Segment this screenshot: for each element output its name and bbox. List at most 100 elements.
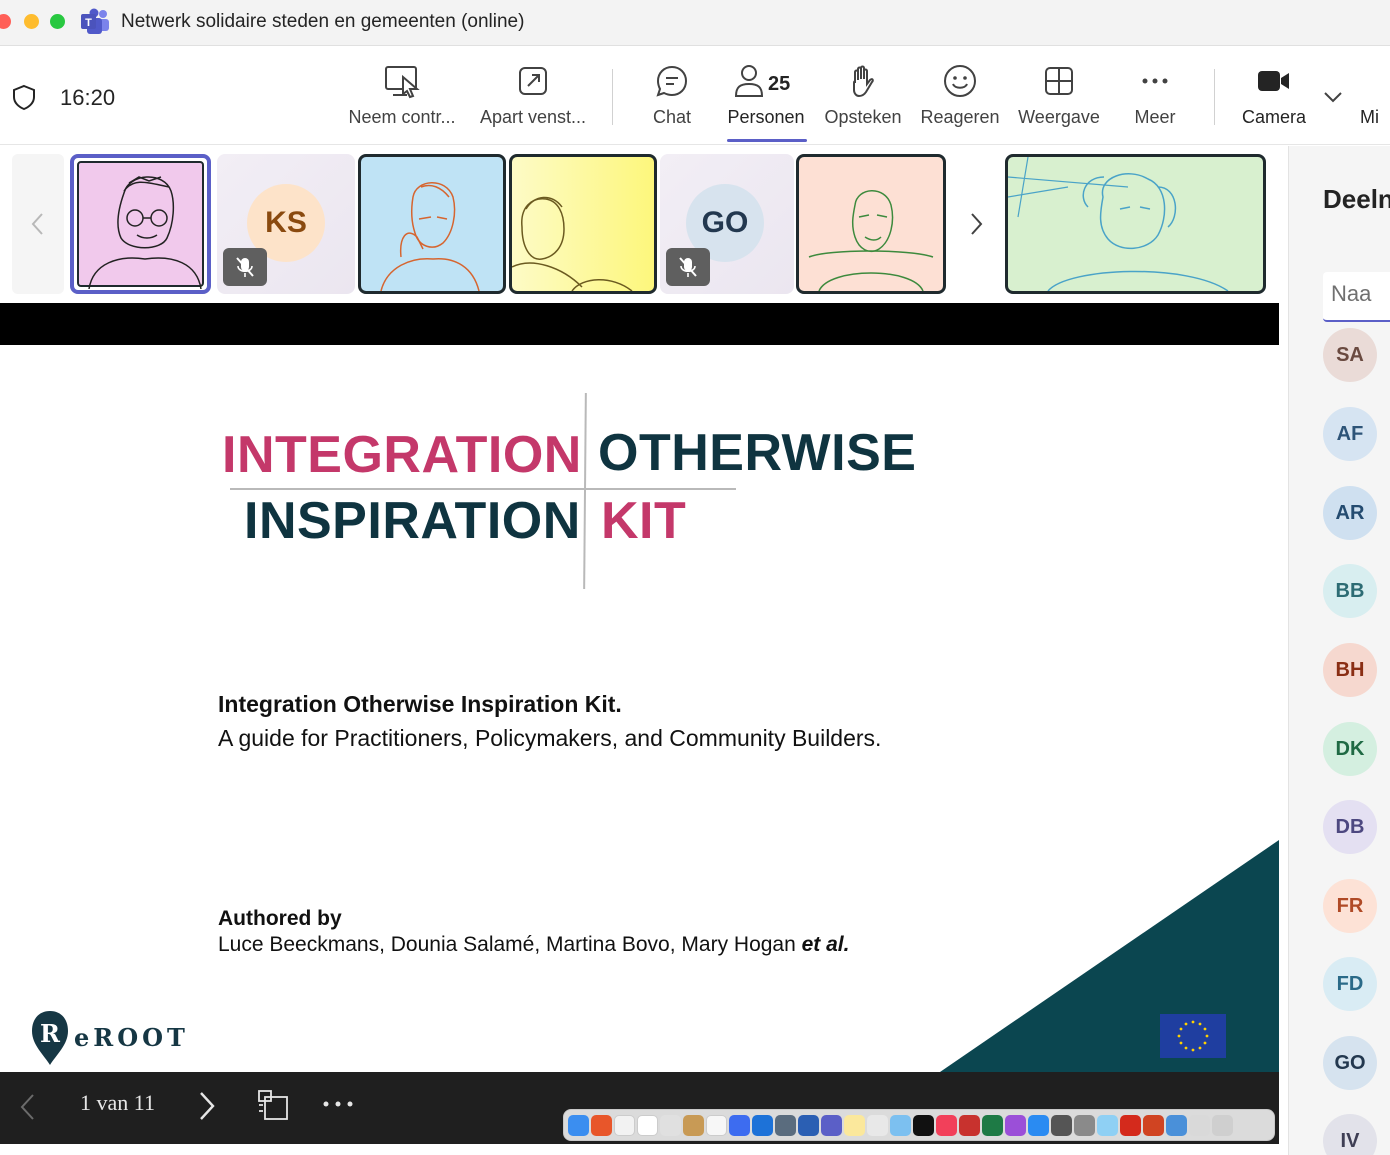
people-search-input[interactable]: [1323, 272, 1390, 316]
people-button[interactable]: 25 Personen: [724, 63, 808, 143]
strip-previous-button[interactable]: [12, 154, 64, 294]
outlook-icon[interactable]: [752, 1114, 773, 1136]
more-label: Meer: [1134, 107, 1176, 127]
notes-icon[interactable]: [844, 1114, 865, 1136]
camera-options-chevron-down-icon[interactable]: [1322, 89, 1344, 105]
participant-avatar[interactable]: DK: [1323, 722, 1377, 776]
reroot-logo: R eROOT: [30, 1009, 210, 1069]
person-sketch-image: [512, 196, 633, 291]
app-store-icon[interactable]: [1028, 1114, 1049, 1136]
reminders-icon[interactable]: [706, 1114, 727, 1136]
firefox-icon[interactable]: [591, 1114, 612, 1136]
pop-out-button[interactable]: Apart venst...: [474, 63, 592, 143]
muted-indicator: [666, 248, 710, 286]
music-icon[interactable]: [936, 1114, 957, 1136]
preview-icon[interactable]: [1166, 1114, 1187, 1136]
signal-icon[interactable]: [729, 1114, 750, 1136]
title-kit: KIT: [601, 492, 687, 550]
slide-overview-icon[interactable]: [256, 1088, 290, 1122]
participant-avatar[interactable]: BB: [1323, 564, 1377, 618]
authors-list: Luce Beeckmans, Dounia Salamé, Martina B…: [218, 933, 849, 957]
people-search-field[interactable]: [1323, 272, 1390, 322]
participant-avatar[interactable]: DB: [1323, 800, 1377, 854]
remote-desktop-icon[interactable]: [775, 1114, 796, 1136]
more-button[interactable]: Meer: [1124, 63, 1186, 143]
screenshot-icon[interactable]: [660, 1114, 681, 1136]
apple-tv-icon[interactable]: [913, 1114, 934, 1136]
raise-hand-icon: [853, 65, 874, 98]
people-icon: [734, 65, 764, 97]
microphone-button[interactable]: Mi: [1356, 63, 1390, 143]
take-control-button[interactable]: Neem contr...: [343, 63, 461, 143]
eu-flag-icon: [1160, 1014, 1226, 1058]
pop-out-icon: [519, 67, 547, 95]
presentation-more-icon[interactable]: [320, 1094, 356, 1114]
word-icon[interactable]: [798, 1114, 819, 1136]
next-slide-icon[interactable]: [196, 1090, 218, 1122]
window-title: Netwerk solidaire steden en gemeenten (o…: [121, 11, 525, 32]
chat-button[interactable]: Chat: [640, 63, 704, 143]
trash-icon[interactable]: [1212, 1114, 1233, 1136]
meeting-timer: 16:20: [60, 85, 116, 110]
title-integration: INTEGRATION: [222, 426, 582, 484]
people-label: Personen: [727, 107, 805, 127]
title-otherwise: OTHERWISE: [598, 424, 917, 482]
participant-avatar[interactable]: FD: [1323, 957, 1377, 1011]
decorative-triangle: [940, 840, 1279, 1072]
excel-icon[interactable]: [982, 1114, 1003, 1136]
slide-page-indicator: 1 van 11: [80, 1090, 155, 1115]
participant-video-tile[interactable]: [70, 154, 211, 294]
strip-next-button[interactable]: [950, 154, 1002, 294]
participant-video-tile[interactable]: [796, 154, 946, 294]
acrobat-icon[interactable]: [1120, 1114, 1141, 1136]
muted-indicator: [223, 248, 267, 286]
svg-text:T: T: [85, 17, 92, 29]
utility-icon[interactable]: [1074, 1114, 1095, 1136]
chrome-icon[interactable]: [867, 1114, 888, 1136]
person-sketch-image: [808, 190, 934, 291]
participant-avatar[interactable]: BH: [1323, 643, 1377, 697]
participant-avatar[interactable]: IV: [1323, 1114, 1377, 1155]
teams-icon[interactable]: [821, 1114, 842, 1136]
raise-hand-button[interactable]: Opsteken: [820, 63, 906, 143]
downloads-icon[interactable]: [1189, 1114, 1210, 1136]
files-icon[interactable]: [890, 1114, 911, 1136]
system-settings-icon[interactable]: [1051, 1114, 1072, 1136]
microphone-off-icon: [236, 257, 254, 277]
zoom-window-button[interactable]: [50, 14, 65, 29]
photos-icon[interactable]: [614, 1114, 635, 1136]
people-icon-group: 25: [724, 63, 808, 99]
contacts-icon[interactable]: [683, 1114, 704, 1136]
participant-avatar-tile[interactable]: GO: [660, 154, 794, 294]
finder-icon[interactable]: [568, 1114, 589, 1136]
camera-button[interactable]: Camera: [1236, 63, 1312, 143]
teams-meeting-window: T Netwerk solidaire steden en gemeenten …: [0, 0, 1390, 1155]
participant-video-tile[interactable]: [358, 154, 506, 294]
participant-avatar[interactable]: AF: [1323, 407, 1377, 461]
reroot-logo-text: eROOT: [74, 1023, 189, 1052]
powerpoint-icon[interactable]: [1143, 1114, 1164, 1136]
people-panel: Deeln SA AF AR BB BH DK DB FR FD GO IV: [1288, 146, 1390, 1155]
slide-subtitle-bold: Integration Otherwise Inspiration Kit.: [218, 691, 622, 717]
person-sketch-image: [1008, 157, 1229, 291]
person-sketch-image: [380, 182, 480, 291]
participant-video-tile[interactable]: [509, 154, 657, 294]
calendar-icon[interactable]: [637, 1114, 658, 1136]
participant-video-tile[interactable]: [1005, 154, 1266, 294]
more-icon: [1142, 78, 1168, 84]
folder-icon[interactable]: [1097, 1114, 1118, 1136]
participant-avatar[interactable]: GO: [1323, 1036, 1377, 1090]
minimize-window-button[interactable]: [24, 14, 39, 29]
podcasts-icon[interactable]: [1005, 1114, 1026, 1136]
participant-avatar[interactable]: SA: [1323, 328, 1377, 382]
previous-slide-icon[interactable]: [18, 1092, 38, 1122]
view-button[interactable]: Weergave: [1014, 63, 1104, 143]
participant-avatar[interactable]: FR: [1323, 879, 1377, 933]
chat-label: Chat: [652, 107, 692, 127]
close-window-button[interactable]: [0, 14, 11, 29]
pop-out-label: Apart venst...: [479, 107, 587, 127]
participant-avatar-tile[interactable]: KS: [217, 154, 355, 294]
participant-avatar[interactable]: AR: [1323, 486, 1377, 540]
zotero-icon[interactable]: [959, 1114, 980, 1136]
react-button[interactable]: Reageren: [918, 63, 1002, 143]
